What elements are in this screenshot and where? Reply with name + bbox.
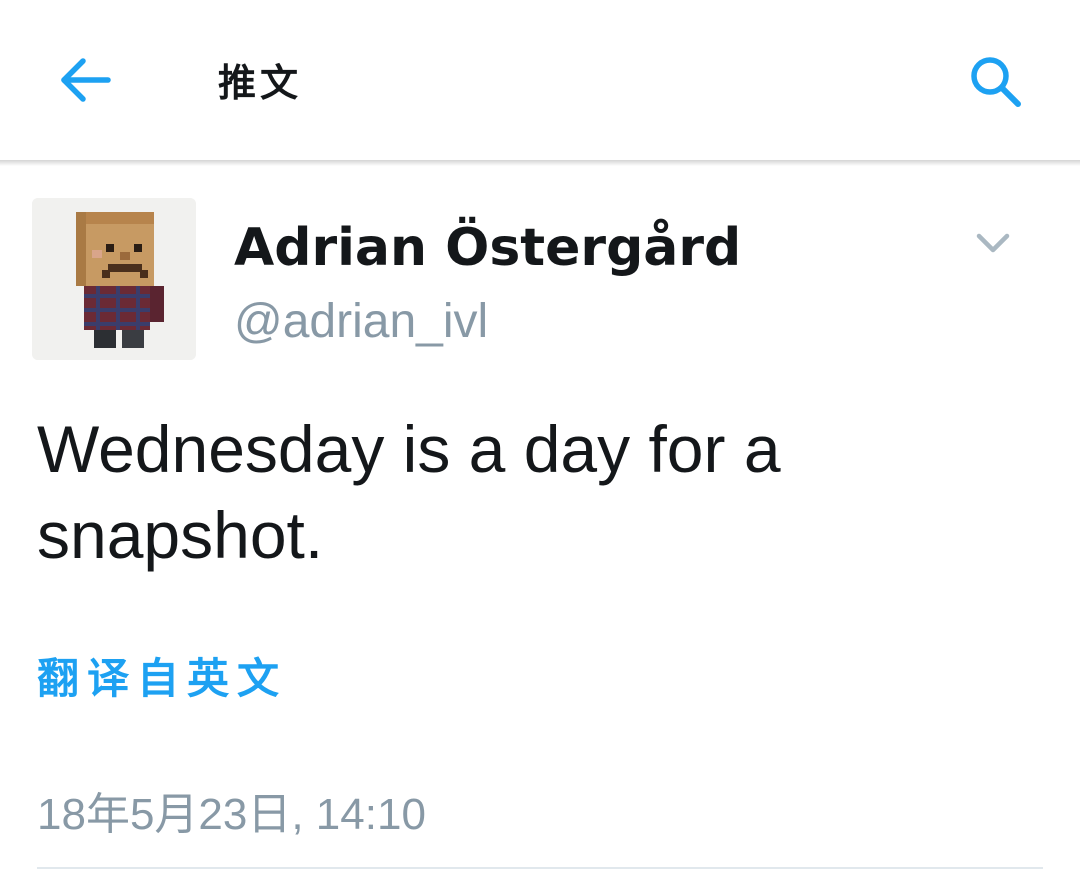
tweet-text: Wednesday is a day for a snapshot.: [37, 406, 997, 578]
search-icon: [971, 57, 1021, 107]
search-button[interactable]: [958, 44, 1034, 120]
tweet-timestamp: 18年5月23日, 14:10: [37, 790, 426, 839]
tweet-detail-screen: 推文 Adrian Östergård @adrian_ivl Wednesda…: [0, 0, 1080, 875]
tweet-text-line: snapshot.: [37, 498, 324, 572]
tweet-options-button[interactable]: [964, 218, 1022, 268]
top-app-bar: 推文: [0, 0, 1080, 162]
avatar[interactable]: [32, 198, 196, 360]
page-title: 推文: [218, 61, 303, 105]
avatar-blocky-character: [32, 198, 196, 360]
top-app-bar-shadow: [0, 160, 1080, 166]
tweet-text-line: Wednesday is a day for a: [37, 412, 781, 486]
divider: [37, 867, 1043, 869]
back-button[interactable]: [50, 45, 120, 115]
arrow-left-icon: [61, 58, 111, 102]
translate-link[interactable]: 翻译自英文: [37, 645, 287, 706]
author-handle[interactable]: @adrian_ivl: [234, 294, 488, 349]
chevron-down-icon: [976, 233, 1010, 253]
author-name[interactable]: Adrian Östergård: [234, 218, 741, 278]
